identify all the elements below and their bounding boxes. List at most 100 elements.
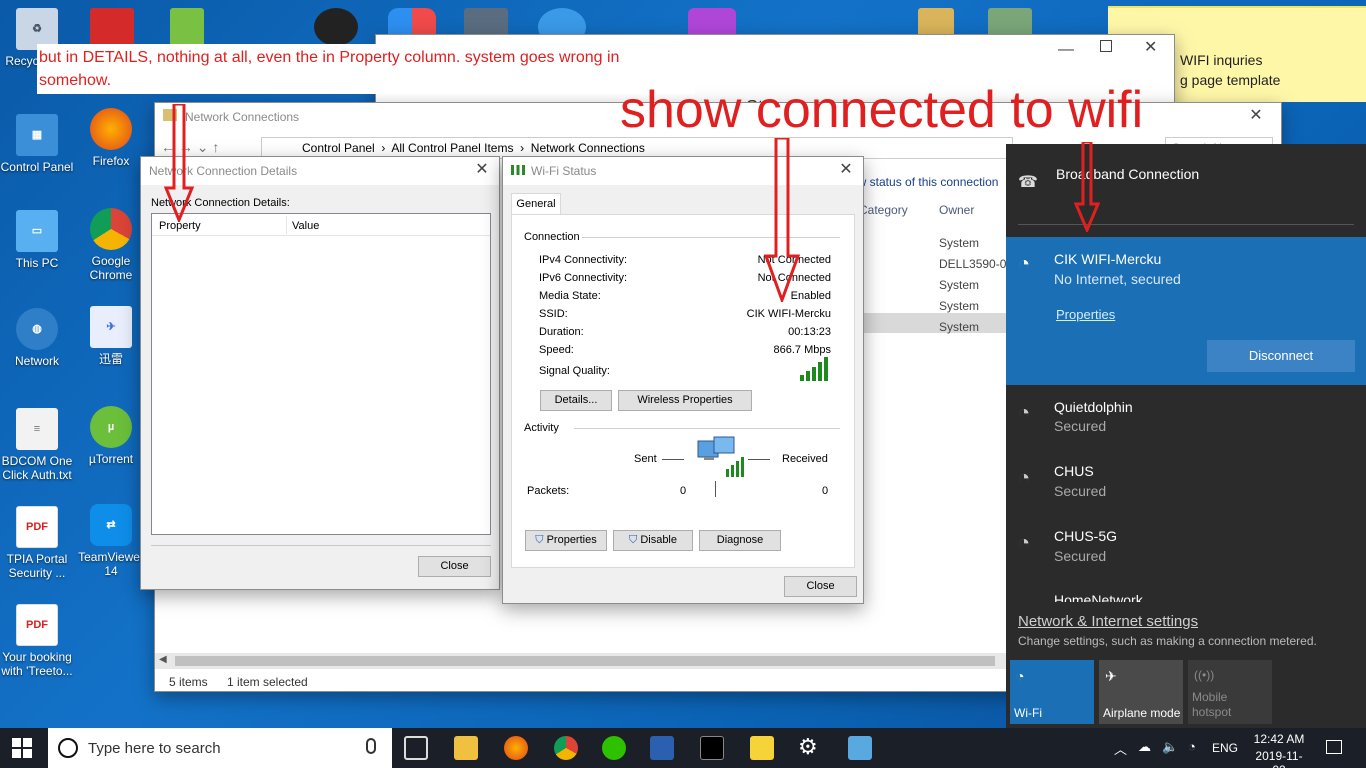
camera-app-icon[interactable]: [314, 8, 358, 46]
maximize-icon[interactable]: [1100, 40, 1112, 52]
network-settings-description: Change settings, such as making a connec…: [1018, 634, 1317, 648]
up-icon[interactable]: ↑: [212, 139, 219, 155]
control-panel-icon[interactable]: [848, 736, 872, 760]
column-value[interactable]: Value: [292, 220, 319, 232]
desktop-icon-network[interactable]: ◍ Network: [0, 308, 74, 368]
pdf-icon: PDF: [16, 604, 58, 646]
column-owner[interactable]: Owner: [939, 203, 974, 217]
close-icon[interactable]: ✕: [473, 161, 491, 179]
shield-icon: ⛉: [629, 534, 638, 546]
notifications-icon[interactable]: [1326, 740, 1342, 754]
wifi-tile[interactable]: ◔ Wi-Fi: [1010, 660, 1094, 724]
desktop-icon-xunlei[interactable]: ✈ 迅雷: [74, 306, 148, 366]
vpn-app-icon[interactable]: [650, 736, 674, 760]
wifi-icon: ◔: [1016, 668, 1025, 684]
chevron-up-icon[interactable]: ︿: [1114, 739, 1127, 758]
desktop-icon-bdcom-txt[interactable]: ≡ BDCOM One Click Auth.txt: [0, 408, 74, 482]
details-close-button[interactable]: Close: [418, 556, 491, 577]
network-item-quietdolphin[interactable]: ◔ Quietdolphin Secured: [1006, 394, 1366, 450]
scrollbar-thumb[interactable]: [175, 656, 995, 666]
desktop-icon-chrome[interactable]: Google Chrome: [74, 208, 148, 282]
network-item-chus-5g[interactable]: ◔ CHUS-5G Secured: [1006, 524, 1366, 580]
wifi-status-titlebar: Wi-Fi Status ✕: [503, 157, 863, 185]
tab-general[interactable]: General: [511, 193, 561, 215]
connection-details-dialog[interactable]: Network Connection Details ✕ Network Con…: [140, 156, 500, 590]
volume-icon[interactable]: 🔈: [1162, 739, 1178, 755]
status-item-count: 5 items: [169, 675, 208, 689]
details-list[interactable]: Property Value: [151, 213, 491, 535]
activity-group-label: Activity: [524, 422, 559, 434]
cloud-icon[interactable]: ☁: [1138, 739, 1151, 755]
desktop-icon-booking-pdf[interactable]: PDF Your booking with 'Treeto...: [0, 604, 74, 678]
table-row[interactable]: System: [939, 233, 1013, 254]
search-placeholder: Type here to search: [88, 740, 221, 757]
mobile-hotspot-tile[interactable]: ((•)) Mobile hotspot: [1188, 660, 1272, 724]
network-item-partial[interactable]: HomeNetwork: [1006, 592, 1366, 602]
desktop-icon-firefox[interactable]: Firefox: [74, 108, 148, 168]
utorrent-icon: µ: [90, 406, 132, 448]
close-icon[interactable]: ✕: [837, 161, 855, 179]
table-row[interactable]: System: [939, 296, 1013, 317]
firefox-icon[interactable]: [504, 736, 528, 760]
desktop-icon-tpia-pdf[interactable]: PDF TPIA Portal Security ...: [0, 506, 74, 580]
column-divider[interactable]: [286, 216, 287, 234]
broadband-icon: ☎: [1018, 174, 1038, 191]
this-pc-icon: ▭: [16, 210, 58, 252]
sent-label: Sent: [634, 453, 657, 465]
divider: [574, 428, 840, 429]
wechat-icon[interactable]: [602, 736, 626, 760]
network-settings-link[interactable]: Network & Internet settings: [1018, 613, 1198, 630]
desktop-icon-this-pc[interactable]: ▭ This PC: [0, 210, 74, 270]
horizontal-scrollbar[interactable]: ◀: [155, 653, 1009, 669]
view-status-command[interactable]: ew status of this connection: [851, 175, 998, 189]
minimize-icon[interactable]: —: [1058, 41, 1074, 59]
close-icon[interactable]: ✕: [1144, 37, 1157, 57]
start-icon[interactable]: [12, 738, 32, 758]
packets-label: Packets:: [527, 485, 570, 497]
settings-gear-icon[interactable]: ⚙: [798, 734, 818, 760]
network-item-chus[interactable]: ◔ CHUS Secured: [1006, 459, 1366, 515]
annotation-big-note: show connected to wifi: [620, 81, 1144, 139]
wifi-status-close-button[interactable]: Close: [784, 576, 857, 597]
details-titlebar: Network Connection Details ✕: [141, 157, 499, 185]
chevron-down-icon[interactable]: ⌄: [197, 139, 209, 155]
table-row[interactable]: System: [939, 317, 1013, 338]
properties-link[interactable]: Properties: [1056, 307, 1115, 322]
table-row[interactable]: System: [939, 275, 1013, 296]
airplane-mode-tile[interactable]: ✈ Airplane mode: [1099, 660, 1183, 724]
row-speed: Speed: 866.7 Mbps: [539, 344, 831, 356]
desktop-icon-teamviewer[interactable]: ⇄ TeamViewer 14: [74, 504, 148, 578]
close-icon[interactable]: ✕: [1247, 107, 1265, 125]
desktop-icon-utorrent[interactable]: µ µTorrent: [74, 406, 148, 466]
clock[interactable]: 12:42 AM 2019-11-02: [1250, 732, 1308, 768]
microphone-icon[interactable]: [366, 738, 376, 754]
wireless-properties-button[interactable]: Wireless Properties: [618, 390, 752, 411]
app-icon[interactable]: [170, 8, 204, 46]
acrobat-icon[interactable]: [90, 8, 134, 46]
divider: [662, 459, 684, 460]
desktop-icon-control-panel[interactable]: ▦ Control Panel: [0, 114, 74, 174]
signal-quality-icon: [800, 357, 828, 381]
airplane-icon: ✈: [1105, 668, 1117, 684]
task-view-icon[interactable]: [404, 736, 428, 760]
diagnose-button[interactable]: Diagnose: [699, 530, 781, 551]
language-indicator[interactable]: ENG: [1212, 741, 1238, 755]
wifi-status-dialog[interactable]: Wi-Fi Status ✕ General Connection IPv4 C…: [502, 156, 864, 604]
terminal-icon[interactable]: [700, 736, 724, 760]
wifi-icon: ◔: [1018, 402, 1031, 424]
chrome-icon[interactable]: [554, 736, 578, 760]
column-category[interactable]: Category: [859, 203, 908, 217]
properties-button[interactable]: ⛉ Properties: [525, 530, 607, 551]
divider: [1018, 224, 1354, 225]
disable-button[interactable]: ⛉ Disable: [613, 530, 693, 551]
taskbar-search[interactable]: Type here to search: [48, 728, 392, 768]
network-tray-icon[interactable]: ◔: [1188, 739, 1196, 754]
connected-network-status: No Internet, secured: [1054, 271, 1181, 287]
disconnect-button[interactable]: Disconnect: [1207, 340, 1355, 372]
scroll-left-icon[interactable]: ◀: [159, 654, 167, 665]
sticky-notes-icon[interactable]: [750, 736, 774, 760]
details-button[interactable]: Details...: [540, 390, 612, 411]
table-row[interactable]: DELL3590-00: [939, 254, 1013, 275]
connected-network-item[interactable]: ◔ CIK WIFI-Mercku No Internet, secured P…: [1006, 237, 1366, 385]
file-explorer-icon[interactable]: [454, 736, 478, 760]
